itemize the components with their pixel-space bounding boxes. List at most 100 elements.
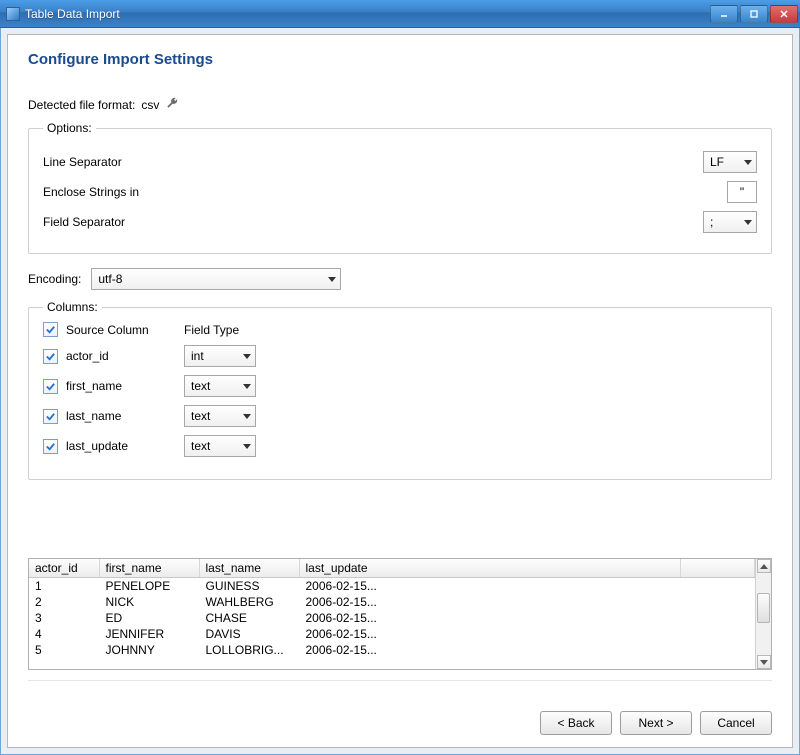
- preview-cell: PENELOPE: [99, 578, 199, 595]
- column-type-value: int: [191, 349, 204, 363]
- preview-header-filler: [681, 559, 755, 578]
- field-separator-label: Field Separator: [43, 215, 203, 229]
- footer-buttons: < Back Next > Cancel: [28, 680, 772, 735]
- preview-cell: 2006-02-15...: [299, 610, 681, 626]
- column-name: last_name: [66, 409, 176, 423]
- preview-scrollbar[interactable]: [755, 559, 771, 669]
- preview-cell: 1: [29, 578, 99, 595]
- preview-cell: DAVIS: [199, 626, 299, 642]
- chevron-down-icon: [243, 384, 251, 389]
- scroll-down-button[interactable]: [757, 655, 771, 669]
- close-button[interactable]: [770, 5, 798, 23]
- line-separator-value: LF: [710, 155, 724, 169]
- detected-format-label: Detected file format:: [28, 98, 135, 112]
- table-row[interactable]: 4JENNIFERDAVIS2006-02-15...: [29, 626, 755, 642]
- column-name: actor_id: [66, 349, 176, 363]
- scroll-up-button[interactable]: [757, 559, 771, 573]
- chevron-down-icon: [243, 414, 251, 419]
- options-legend: Options:: [43, 121, 96, 135]
- maximize-button[interactable]: [740, 5, 768, 23]
- field-separator-value: ;: [710, 215, 713, 229]
- enclose-row: Enclose Strings in ": [43, 181, 757, 203]
- column-type-select[interactable]: text: [184, 375, 256, 397]
- preview-header-cell[interactable]: first_name: [99, 559, 199, 578]
- preview-cell: 2006-02-15...: [299, 578, 681, 595]
- table-row[interactable]: 5JOHNNYLOLLOBRIG...2006-02-15...: [29, 642, 755, 658]
- column-type-select[interactable]: text: [184, 405, 256, 427]
- column-row: actor_id int: [43, 345, 757, 367]
- column-name: first_name: [66, 379, 176, 393]
- preview-cell: WAHLBERG: [199, 594, 299, 610]
- column-row: last_name text: [43, 405, 757, 427]
- preview-cell: GUINESS: [199, 578, 299, 595]
- enclose-value: ": [740, 185, 744, 199]
- preview-cell: 5: [29, 642, 99, 658]
- chevron-down-icon: [243, 354, 251, 359]
- next-button-label: Next >: [638, 716, 673, 730]
- chevron-down-icon: [328, 277, 336, 282]
- preview-cell: 2006-02-15...: [299, 642, 681, 658]
- wrench-icon[interactable]: [165, 96, 179, 113]
- column-type-select[interactable]: text: [184, 435, 256, 457]
- line-separator-label: Line Separator: [43, 155, 203, 169]
- back-button[interactable]: < Back: [540, 711, 612, 735]
- column-type-value: text: [191, 409, 210, 423]
- preview-cell: 2: [29, 594, 99, 610]
- table-row[interactable]: 1PENELOPEGUINESS2006-02-15...: [29, 578, 755, 595]
- preview-cell: 2006-02-15...: [299, 626, 681, 642]
- preview-header-cell[interactable]: actor_id: [29, 559, 99, 578]
- column-type-value: text: [191, 439, 210, 453]
- back-button-label: < Back: [557, 716, 594, 730]
- columns-checkbox-all[interactable]: [43, 322, 58, 337]
- column-row: last_update text: [43, 435, 757, 457]
- field-separator-select[interactable]: ;: [703, 211, 757, 233]
- enclose-input[interactable]: ": [727, 181, 757, 203]
- column-type-value: text: [191, 379, 210, 393]
- preview-table: actor_idfirst_namelast_namelast_update 1…: [29, 559, 755, 658]
- column-row: first_name text: [43, 375, 757, 397]
- preview-cell: CHASE: [199, 610, 299, 626]
- cancel-button-label: Cancel: [717, 716, 754, 730]
- detected-format-row: Detected file format: csv: [28, 96, 772, 113]
- titlebar: Table Data Import: [0, 0, 800, 28]
- minimize-button[interactable]: [710, 5, 738, 23]
- chevron-down-icon: [243, 444, 251, 449]
- encoding-select[interactable]: utf-8: [91, 268, 341, 290]
- next-button[interactable]: Next >: [620, 711, 692, 735]
- column-checkbox[interactable]: [43, 379, 58, 394]
- preview-header-cell[interactable]: last_update: [299, 559, 681, 578]
- page-title: Configure Import Settings: [28, 51, 772, 68]
- field-separator-row: Field Separator ;: [43, 211, 757, 233]
- preview-cell: JENNIFER: [99, 626, 199, 642]
- columns-header-row: Source Column Field Type: [43, 322, 757, 337]
- columns-header-source: Source Column: [66, 323, 176, 337]
- app-icon: [6, 7, 20, 21]
- column-checkbox[interactable]: [43, 349, 58, 364]
- chevron-down-icon: [744, 160, 752, 165]
- preview-cell: 3: [29, 610, 99, 626]
- scroll-track[interactable]: [756, 573, 771, 655]
- line-separator-row: Line Separator LF: [43, 151, 757, 173]
- options-group: Options: Line Separator LF Enclose Strin…: [28, 121, 772, 254]
- preview-table-wrap: actor_idfirst_namelast_namelast_update 1…: [28, 558, 772, 670]
- line-separator-select[interactable]: LF: [703, 151, 757, 173]
- preview-header-cell[interactable]: last_name: [199, 559, 299, 578]
- cancel-button[interactable]: Cancel: [700, 711, 772, 735]
- preview-cell: LOLLOBRIG...: [199, 642, 299, 658]
- window-title: Table Data Import: [25, 7, 710, 21]
- column-checkbox[interactable]: [43, 439, 58, 454]
- column-checkbox[interactable]: [43, 409, 58, 424]
- preview-cell: JOHNNY: [99, 642, 199, 658]
- encoding-label: Encoding:: [28, 272, 81, 286]
- preview-cell: 2006-02-15...: [299, 594, 681, 610]
- encoding-value: utf-8: [98, 272, 122, 286]
- column-name: last_update: [66, 439, 176, 453]
- detected-format-value: csv: [141, 98, 159, 112]
- window-controls: [710, 5, 798, 23]
- encoding-row: Encoding: utf-8: [28, 268, 772, 290]
- table-row[interactable]: 3EDCHASE2006-02-15...: [29, 610, 755, 626]
- table-row[interactable]: 2NICKWAHLBERG2006-02-15...: [29, 594, 755, 610]
- scroll-thumb[interactable]: [757, 593, 770, 623]
- column-type-select[interactable]: int: [184, 345, 256, 367]
- preview-cell: NICK: [99, 594, 199, 610]
